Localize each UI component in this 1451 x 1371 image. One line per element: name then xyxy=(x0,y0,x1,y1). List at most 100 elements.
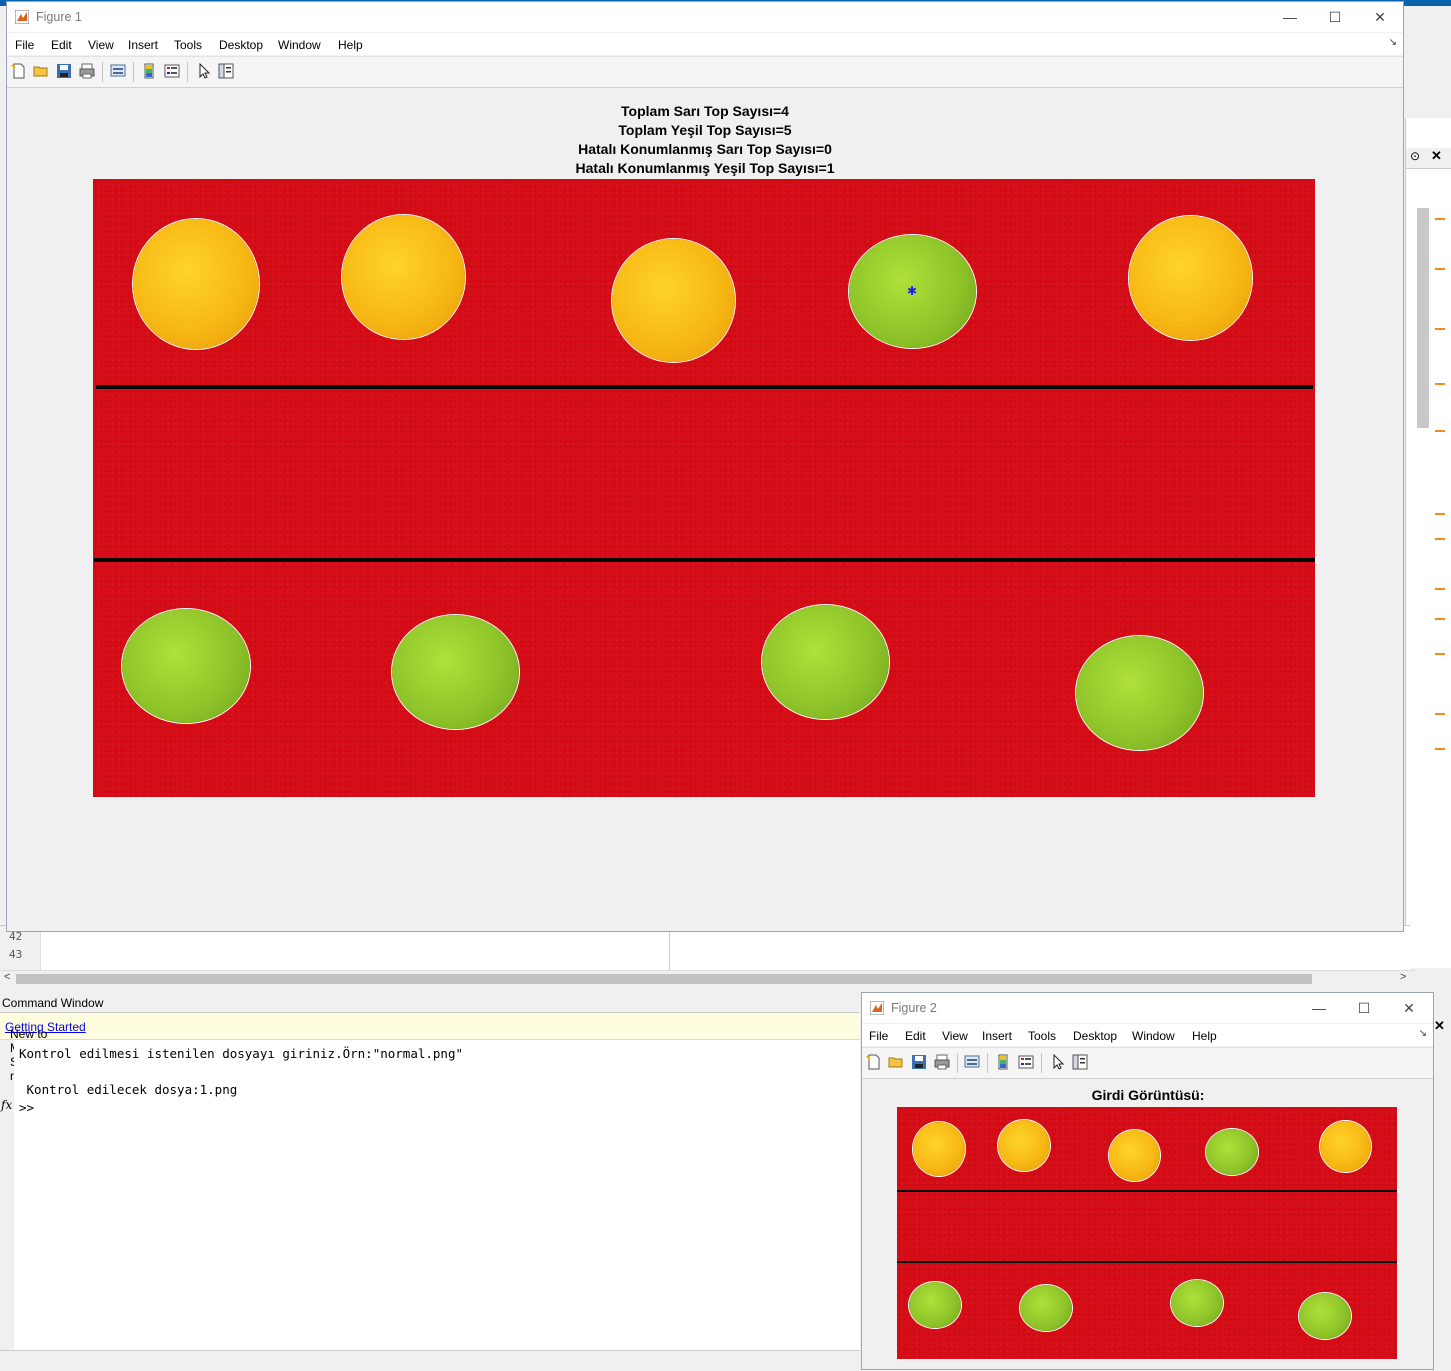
matlab-logo-icon xyxy=(870,1001,884,1015)
new-figure-icon[interactable] xyxy=(11,63,27,79)
window-title: Figure 1 xyxy=(36,10,82,24)
green-ball xyxy=(1076,636,1203,750)
figure-2-menubar: File Edit View Insert Tools Desktop Wind… xyxy=(862,1024,1433,1046)
menu-view[interactable]: View xyxy=(88,38,114,52)
figure-2-title: Girdi Görüntüsü: xyxy=(1091,1087,1205,1103)
property-inspector-icon[interactable] xyxy=(1072,1054,1088,1070)
editor-horizontal-scrollbar[interactable]: < > xyxy=(0,970,1415,987)
open-file-icon[interactable] xyxy=(888,1054,904,1070)
status-bar xyxy=(0,1350,860,1371)
print-icon[interactable] xyxy=(934,1054,950,1070)
green-ball xyxy=(762,605,889,719)
code-marker xyxy=(1435,218,1445,220)
code-marker xyxy=(1435,588,1445,590)
menu-edit[interactable]: Edit xyxy=(51,38,72,52)
scroll-right-icon[interactable]: > xyxy=(1400,971,1406,983)
banner-suffix: . xyxy=(10,1027,14,1041)
insert-colorbar-icon[interactable] xyxy=(141,63,157,79)
close-icon[interactable]: ✕ xyxy=(1434,1018,1445,1034)
yellow-ball xyxy=(1320,1121,1371,1172)
menu-window[interactable]: Window xyxy=(278,38,321,52)
menu-desktop[interactable]: Desktop xyxy=(219,38,263,52)
matlab-logo-icon xyxy=(15,10,29,24)
menu-insert[interactable]: Insert xyxy=(982,1029,1012,1043)
green-ball xyxy=(1171,1280,1223,1326)
command-prompt[interactable]: >> xyxy=(19,1100,34,1115)
command-window-header: Command Window xyxy=(0,994,860,1013)
court-line-bottom xyxy=(897,1261,1397,1263)
workspace-panel: ⊙ ✕ xyxy=(1405,118,1451,968)
scroll-left-icon[interactable]: < xyxy=(4,971,10,983)
figure-1-window: Figure 1 — ☐ ✕ File Edit View Insert Too… xyxy=(6,1,1404,932)
save-icon[interactable] xyxy=(56,63,72,79)
code-marker xyxy=(1435,748,1445,750)
menu-file[interactable]: File xyxy=(869,1029,888,1043)
panel-menu-icon[interactable]: ⊙ xyxy=(1410,149,1420,163)
menu-file[interactable]: File xyxy=(15,38,34,52)
figure-title-line: Hatalı Konumlanmış Sarı Top Sayısı=0 xyxy=(578,141,832,157)
insert-legend-icon[interactable] xyxy=(164,63,180,79)
print-icon[interactable] xyxy=(79,63,95,79)
link-plot-icon[interactable] xyxy=(964,1054,980,1070)
court-line-top xyxy=(96,385,1313,389)
open-file-icon[interactable] xyxy=(33,63,49,79)
dock-icon[interactable]: ↘ xyxy=(1419,1028,1427,1039)
figure-2-window: Figure 2 — ☐ ✕ File Edit View Insert Too… xyxy=(861,992,1434,1370)
error-marker-icon: ✱ xyxy=(907,284,918,298)
yellow-ball xyxy=(612,239,735,362)
minimize-button[interactable]: — xyxy=(1275,6,1305,28)
function-browser-icon[interactable]: fx xyxy=(1,1098,12,1112)
close-button[interactable]: ✕ xyxy=(1394,997,1424,1019)
figure-1-titlebar[interactable]: Figure 1 — ☐ ✕ xyxy=(7,2,1403,32)
yellow-ball xyxy=(1109,1130,1160,1181)
figure-1-menubar: File Edit View Insert Tools Desktop Wind… xyxy=(7,33,1403,55)
insert-colorbar-icon[interactable] xyxy=(995,1054,1011,1070)
court-image: ✱ xyxy=(93,179,1315,797)
code-marker xyxy=(1435,328,1445,330)
menu-view[interactable]: View xyxy=(942,1029,968,1043)
save-icon[interactable] xyxy=(911,1054,927,1070)
code-marker xyxy=(1435,653,1445,655)
menu-help[interactable]: Help xyxy=(338,38,363,52)
yellow-ball xyxy=(342,215,465,339)
edit-plot-pointer-icon[interactable] xyxy=(196,63,212,79)
close-icon[interactable]: ✕ xyxy=(1431,148,1442,164)
dock-icon[interactable]: ↘ xyxy=(1389,37,1397,48)
green-ball xyxy=(1206,1129,1258,1175)
menu-edit[interactable]: Edit xyxy=(905,1029,926,1043)
figure-2-titlebar[interactable]: Figure 2 — ☐ ✕ xyxy=(862,993,1433,1023)
scrollbar-thumb[interactable] xyxy=(16,974,1312,984)
vertical-scrollbar-thumb[interactable] xyxy=(1417,208,1429,428)
green-ball xyxy=(122,609,250,723)
green-ball xyxy=(909,1282,961,1328)
insert-legend-icon[interactable] xyxy=(1018,1054,1034,1070)
green-ball xyxy=(1020,1285,1072,1331)
menu-insert[interactable]: Insert xyxy=(128,38,158,52)
maximize-button[interactable]: ☐ xyxy=(1349,997,1379,1019)
menu-tools[interactable]: Tools xyxy=(1028,1029,1056,1043)
new-figure-icon[interactable] xyxy=(866,1054,882,1070)
maximize-button[interactable]: ☐ xyxy=(1320,6,1350,28)
green-ball xyxy=(392,615,519,729)
yellow-ball xyxy=(133,219,259,349)
yellow-ball xyxy=(1129,216,1252,340)
edit-plot-pointer-icon[interactable] xyxy=(1050,1054,1066,1070)
code-marker xyxy=(1435,513,1445,515)
command-output-line: Kontrol edilmesi istenilen dosyayı girin… xyxy=(19,1046,464,1061)
editor-split-divider[interactable] xyxy=(669,926,670,974)
menu-window[interactable]: Window xyxy=(1132,1029,1175,1043)
code-marker xyxy=(1435,430,1445,432)
minimize-button[interactable]: — xyxy=(1304,997,1334,1019)
menu-tools[interactable]: Tools xyxy=(174,38,202,52)
court-line-bottom xyxy=(94,558,1315,562)
toolbar-separator xyxy=(187,62,188,82)
yellow-ball xyxy=(998,1120,1050,1171)
menu-help[interactable]: Help xyxy=(1192,1029,1217,1043)
input-court-image xyxy=(897,1107,1397,1359)
command-window-body[interactable]: Kontrol edilmesi istenilen dosyayı girin… xyxy=(14,1040,860,1350)
menu-desktop[interactable]: Desktop xyxy=(1073,1029,1117,1043)
link-plot-icon[interactable] xyxy=(110,63,126,79)
close-button[interactable]: ✕ xyxy=(1365,6,1395,28)
property-inspector-icon[interactable] xyxy=(218,63,234,79)
figure-1-toolbar xyxy=(7,56,1403,88)
